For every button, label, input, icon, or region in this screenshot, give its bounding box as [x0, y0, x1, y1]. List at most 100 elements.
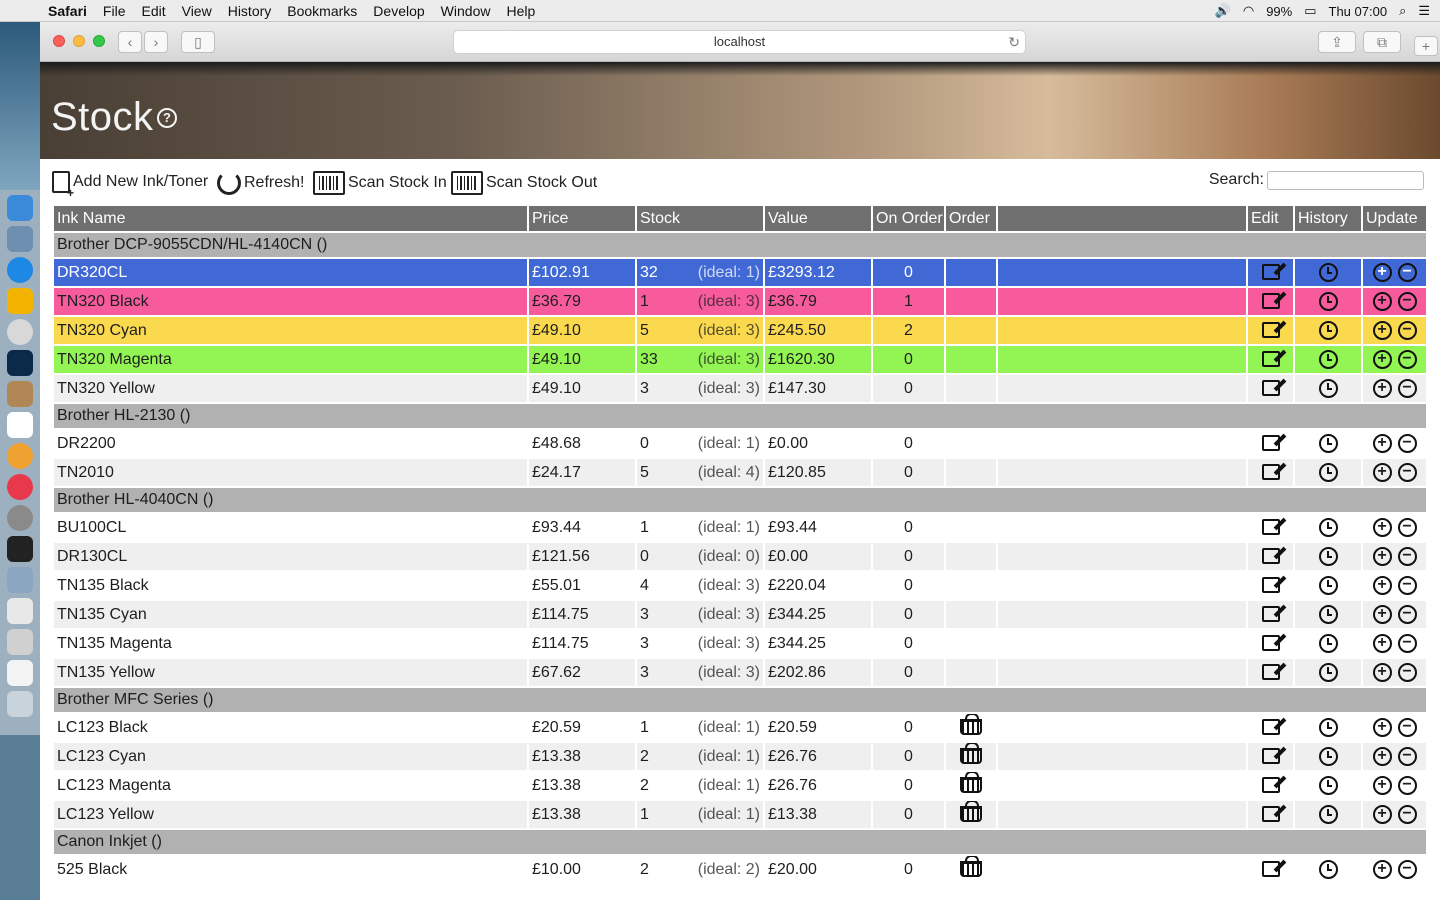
app-dock-icon[interactable] [7, 288, 33, 314]
stock-row[interactable]: TN320 Cyan £49.10 5 (ideal: 3) £245.50 2… [54, 317, 1426, 344]
document-dock-icon[interactable] [7, 660, 33, 686]
increase-stock-icon[interactable]: + [1372, 518, 1392, 537]
order-cell[interactable] [946, 772, 996, 799]
history-clock-icon[interactable] [1318, 350, 1338, 369]
console-dock-icon[interactable] [7, 536, 33, 562]
increase-stock-icon[interactable]: + [1372, 434, 1392, 453]
stock-row[interactable]: TN135 Yellow £67.62 3 (ideal: 3) £202.86… [54, 659, 1426, 686]
history-cell[interactable] [1295, 572, 1361, 599]
history-clock-icon[interactable] [1318, 605, 1338, 624]
menu-develop[interactable]: Develop [365, 3, 432, 19]
increase-stock-icon[interactable]: + [1372, 321, 1392, 340]
edit-cell[interactable] [1248, 430, 1293, 457]
increase-stock-icon[interactable]: + [1372, 350, 1392, 369]
history-clock-icon[interactable] [1318, 805, 1338, 824]
stock-row[interactable]: BU100CL £93.44 1 (ideal: 1) £93.44 0 + − [54, 514, 1426, 541]
edit-icon[interactable] [1261, 577, 1280, 594]
edit-icon[interactable] [1261, 351, 1280, 368]
increase-stock-icon[interactable]: + [1372, 747, 1392, 766]
edit-icon[interactable] [1261, 464, 1280, 481]
history-clock-icon[interactable] [1318, 776, 1338, 795]
history-cell[interactable] [1295, 801, 1361, 828]
order-cell[interactable] [946, 630, 996, 657]
edit-cell[interactable] [1248, 630, 1293, 657]
battery-icon[interactable]: ▭ [1304, 3, 1316, 19]
preview-dock-icon[interactable] [7, 567, 33, 593]
history-cell[interactable] [1295, 630, 1361, 657]
order-cell[interactable] [946, 801, 996, 828]
history-cell[interactable] [1295, 714, 1361, 741]
history-clock-icon[interactable] [1318, 434, 1338, 453]
edit-icon[interactable] [1261, 861, 1280, 878]
column-header-order[interactable]: Order [946, 206, 996, 231]
edit-icon[interactable] [1261, 293, 1280, 310]
decrease-stock-icon[interactable]: − [1397, 463, 1417, 482]
order-cell[interactable] [946, 601, 996, 628]
order-cell[interactable] [946, 430, 996, 457]
decrease-stock-icon[interactable]: − [1397, 576, 1417, 595]
increase-stock-icon[interactable]: + [1372, 547, 1392, 566]
forward-button[interactable]: › [144, 31, 168, 53]
stock-row[interactable]: TN320 Black £36.79 1 (ideal: 3) £36.79 1… [54, 288, 1426, 315]
decrease-stock-icon[interactable]: − [1397, 518, 1417, 537]
safari-dock-icon[interactable] [7, 257, 33, 283]
tabs-overview-icon[interactable]: ⧉ [1363, 31, 1401, 53]
back-button[interactable]: ‹ [118, 31, 142, 53]
decrease-stock-icon[interactable]: − [1397, 350, 1417, 369]
reload-icon[interactable]: ↻ [1008, 31, 1020, 53]
edit-icon[interactable] [1261, 806, 1280, 823]
history-cell[interactable] [1295, 743, 1361, 770]
increase-stock-icon[interactable]: + [1372, 860, 1392, 879]
decrease-stock-icon[interactable]: − [1397, 321, 1417, 340]
history-clock-icon[interactable] [1318, 379, 1338, 398]
decrease-stock-icon[interactable]: − [1397, 379, 1417, 398]
history-clock-icon[interactable] [1318, 321, 1338, 340]
decrease-stock-icon[interactable]: − [1397, 434, 1417, 453]
history-cell[interactable] [1295, 772, 1361, 799]
search-input[interactable] [1267, 171, 1424, 190]
basket-icon[interactable] [960, 772, 982, 794]
history-clock-icon[interactable] [1318, 718, 1338, 737]
order-cell[interactable] [946, 743, 996, 770]
edit-cell[interactable] [1248, 801, 1293, 828]
wifi-icon[interactable]: ◠ [1243, 3, 1254, 19]
basket-icon[interactable] [960, 856, 982, 878]
order-cell[interactable] [946, 259, 996, 286]
decrease-stock-icon[interactable]: − [1397, 547, 1417, 566]
sidebar-toggle-icon[interactable]: ▯ [181, 31, 215, 53]
photoshop-dock-icon[interactable] [7, 350, 33, 376]
increase-stock-icon[interactable]: + [1372, 463, 1392, 482]
trash-dock-icon[interactable] [7, 691, 33, 717]
stock-row[interactable]: TN135 Black £55.01 4 (ideal: 3) £220.04 … [54, 572, 1426, 599]
edit-cell[interactable] [1248, 288, 1293, 315]
menu-help[interactable]: Help [498, 3, 543, 19]
new-tab-button[interactable]: + [1414, 36, 1438, 56]
edit-cell[interactable] [1248, 459, 1293, 486]
order-cell[interactable] [946, 317, 996, 344]
decrease-stock-icon[interactable]: − [1397, 634, 1417, 653]
history-clock-icon[interactable] [1318, 634, 1338, 653]
edit-icon[interactable] [1261, 719, 1280, 736]
stock-row[interactable]: LC123 Yellow £13.38 1 (ideal: 1) £13.38 … [54, 801, 1426, 828]
history-clock-icon[interactable] [1318, 263, 1338, 282]
decrease-stock-icon[interactable]: − [1397, 605, 1417, 624]
decrease-stock-icon[interactable]: − [1397, 718, 1417, 737]
history-clock-icon[interactable] [1318, 547, 1338, 566]
increase-stock-icon[interactable]: + [1372, 634, 1392, 653]
history-cell[interactable] [1295, 430, 1361, 457]
decrease-stock-icon[interactable]: − [1397, 860, 1417, 879]
edit-cell[interactable] [1248, 714, 1293, 741]
spotlight-search-icon[interactable]: ⌕ [1399, 3, 1406, 19]
stock-row[interactable]: DR2200 £48.68 0 (ideal: 1) £0.00 0 + − [54, 430, 1426, 457]
photos-dock-icon[interactable] [7, 443, 33, 469]
order-cell[interactable] [946, 459, 996, 486]
increase-stock-icon[interactable]: + [1372, 776, 1392, 795]
stock-row[interactable]: TN2010 £24.17 5 (ideal: 4) £120.85 0 + − [54, 459, 1426, 486]
menu-bookmarks[interactable]: Bookmarks [279, 3, 365, 19]
column-header-on-order[interactable]: On Order [873, 206, 944, 231]
order-cell[interactable] [946, 543, 996, 570]
order-cell[interactable] [946, 856, 996, 883]
edit-icon[interactable] [1261, 435, 1280, 452]
add-ink-button[interactable]: Add New Ink/Toner [52, 171, 208, 200]
menubar-clock[interactable]: Thu 07:00 [1329, 4, 1388, 19]
